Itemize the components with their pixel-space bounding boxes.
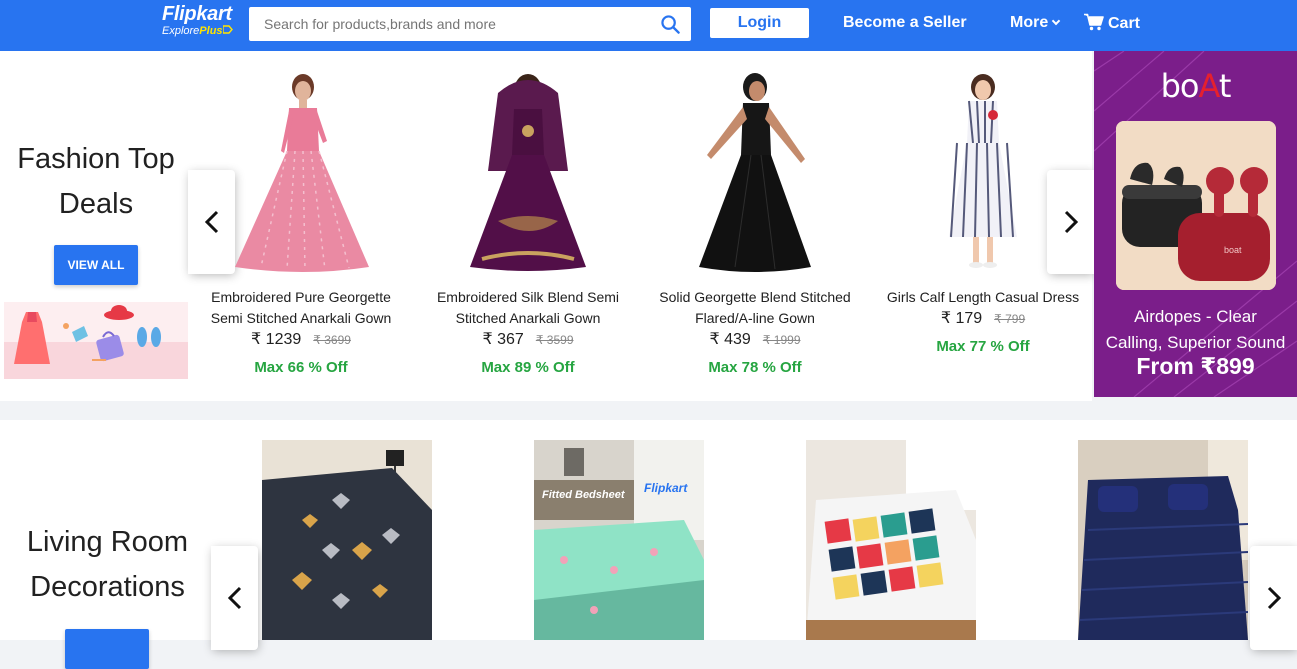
view-all-button[interactable]: [65, 629, 149, 669]
view-all-button[interactable]: VIEW ALL: [54, 245, 138, 285]
product-mrp: ₹ 1999: [762, 333, 801, 347]
product-offer: Max 66 % Off: [254, 359, 348, 376]
product-card[interactable]: [806, 440, 976, 640]
search-bar: [249, 7, 691, 41]
more-label: More: [1010, 14, 1049, 31]
product-image: [699, 73, 811, 272]
section-title: Fashion Top Deals: [17, 143, 175, 220]
carousel-next-button[interactable]: [1047, 170, 1094, 274]
product-price: ₹ 367: [482, 331, 524, 348]
product-card[interactable]: Embroidered Pure Georgette Semi Stitched …: [191, 71, 411, 376]
product-image: [470, 74, 586, 271]
product-name: Solid Georgette Blend Stitched Flared/A-l…: [659, 289, 851, 326]
product-offer: Max 77 % Off: [936, 338, 1030, 355]
product-price: ₹ 439: [709, 331, 751, 348]
top-header: Flipkart ExplorePlus Login Become a Sell…: [0, 0, 1297, 51]
search-icon[interactable]: [661, 15, 680, 34]
boat-ad-banner[interactable]: boAt boat Airdopes - Clear Calling, Supe…: [1094, 51, 1297, 397]
product-offer: Max 89 % Off: [481, 359, 575, 376]
logo-subtitle: ExplorePlus: [162, 24, 233, 38]
product-image: Fitted Bedsheet Flipkart: [534, 440, 704, 640]
logo-brand: Flipkart: [162, 3, 232, 25]
product-mrp: ₹ 3699: [313, 333, 351, 347]
product-image: [949, 74, 1017, 268]
section-title: Living Room Decorations: [26, 526, 189, 603]
product-card[interactable]: [1078, 440, 1248, 640]
product-image: [806, 440, 976, 640]
more-menu[interactable]: More: [1010, 14, 1061, 32]
cart-label: Cart: [1108, 15, 1141, 32]
product-name: Embroidered Silk Blend Semi Stitched Anar…: [436, 289, 620, 326]
product-price-row: ₹ 439 ₹ 1999: [645, 329, 865, 351]
product-mrp: ₹ 799: [994, 312, 1026, 326]
chevron-left-icon: [227, 586, 241, 610]
become-seller-link[interactable]: Become a Seller: [843, 14, 967, 32]
boat-logo: boAt: [1160, 67, 1232, 105]
cart-icon: [1084, 13, 1104, 31]
chevron-right-icon: [1267, 586, 1281, 610]
product-card[interactable]: Embroidered Silk Blend Semi Stitched Anar…: [418, 71, 638, 376]
chevron-right-icon: [1064, 210, 1078, 234]
product-name: Embroidered Pure Georgette Semi Stitched …: [210, 289, 392, 326]
login-button[interactable]: Login: [710, 8, 809, 38]
product-price: ₹ 179: [940, 310, 983, 327]
earbud-brand-label: boat: [1224, 245, 1242, 255]
living-room-section: Living Room Decorations Fitted Bedsheet …: [0, 420, 1297, 669]
search-input[interactable]: [249, 7, 649, 41]
flipkart-logo[interactable]: Flipkart ExplorePlus: [162, 4, 233, 38]
product-name: Girls Calf Length Casual Dress: [886, 289, 1080, 305]
carousel-next-button[interactable]: [1250, 546, 1297, 650]
fashion-illustration: [4, 302, 188, 379]
product-image: [235, 74, 369, 272]
ad-price: From ₹899: [1136, 353, 1255, 379]
product-price-row: ₹ 179 ₹ 799: [873, 308, 1093, 330]
product-card[interactable]: Solid Georgette Blend Stitched Flared/A-l…: [645, 71, 865, 376]
product-image: [1078, 440, 1248, 640]
product-price-row: ₹ 1239 ₹ 3699: [191, 329, 411, 351]
ad-headline: Airdopes - Clear Calling, Superior Sound: [1105, 307, 1286, 352]
product-offer: Max 78 % Off: [708, 359, 802, 376]
earbuds-illustration: boat: [1116, 121, 1276, 290]
chevron-down-icon: [1051, 16, 1061, 26]
carousel-prev-button[interactable]: [211, 546, 258, 650]
product-price-row: ₹ 367 ₹ 3599: [418, 329, 638, 351]
banner-brand: Flipkart: [644, 481, 688, 495]
product-card[interactable]: [262, 440, 432, 640]
fashion-deals-section: Fashion Top Deals VIEW ALL Embroidered P…: [0, 51, 1094, 401]
product-card[interactable]: Fitted Bedsheet Flipkart: [534, 440, 704, 640]
earbuds-image: boat: [1116, 121, 1276, 290]
plus-arrow-icon: [221, 25, 233, 34]
product-image: [262, 440, 432, 640]
product-price: ₹ 1239: [251, 331, 302, 348]
cart-link[interactable]: Cart: [1084, 13, 1140, 33]
product-mrp: ₹ 3599: [535, 333, 574, 347]
banner-text: Fitted Bedsheet: [542, 489, 626, 501]
